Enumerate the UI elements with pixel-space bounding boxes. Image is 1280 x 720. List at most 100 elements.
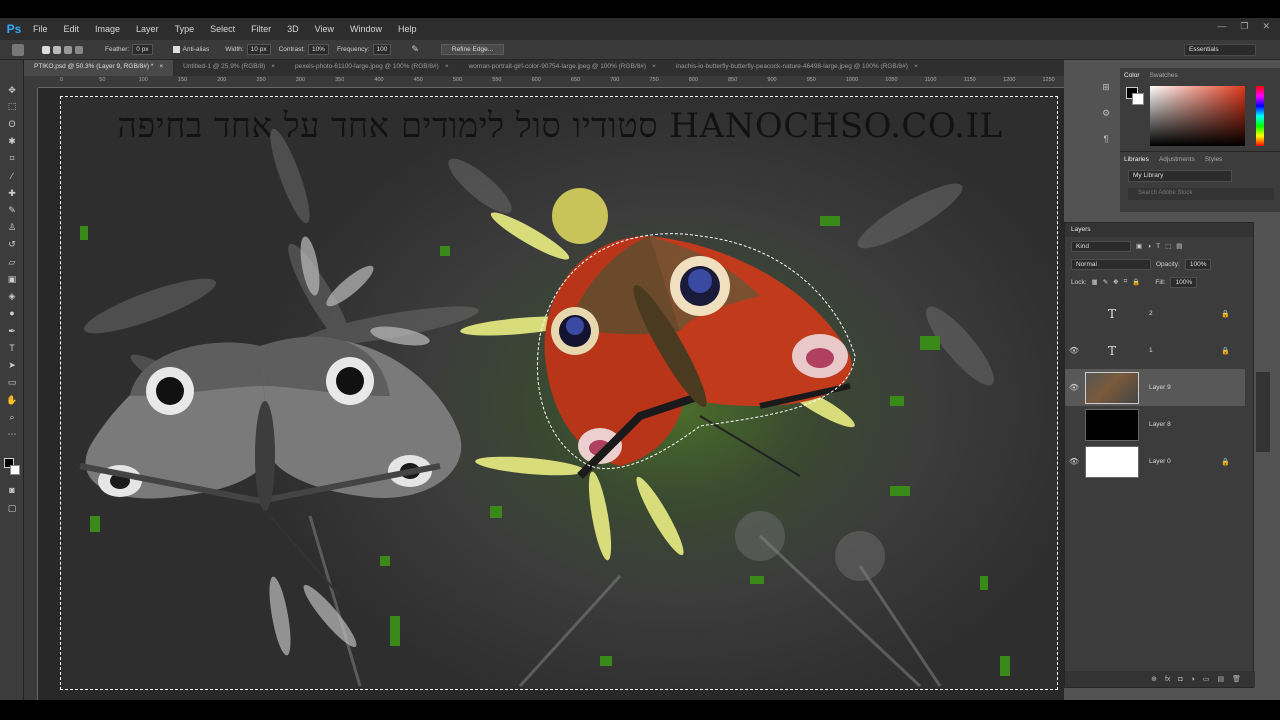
paragraph-panel-icon[interactable]: ¶ [1100, 134, 1112, 146]
hand-tool-icon[interactable]: ✋ [5, 394, 19, 406]
eyedropper-tool-icon[interactable]: ⁄ [5, 170, 19, 182]
menu-help[interactable]: Help [390, 24, 425, 34]
tab-libraries[interactable]: Libraries [1124, 156, 1149, 163]
frequency-input[interactable]: 100 [372, 44, 392, 55]
opacity-input[interactable]: 100% [1184, 258, 1212, 270]
filter-type-icon[interactable]: T [1156, 243, 1160, 250]
close-icon[interactable]: × [914, 63, 918, 70]
layer-row-1[interactable]: 👁 T 1 🔒 [1065, 332, 1245, 369]
screen-mode-icon[interactable]: ▢ [5, 502, 19, 514]
tab-woman-portrait[interactable]: woman-portrait-girl-color-90754-large.jp… [459, 60, 666, 76]
new-layer-icon[interactable]: ▤ [1217, 675, 1224, 683]
tab-color[interactable]: Color [1124, 72, 1140, 79]
hue-slider[interactable] [1256, 86, 1264, 146]
pen-tool-icon[interactable]: ✒ [5, 325, 19, 337]
tablet-pressure-icon[interactable]: ✎ [411, 44, 419, 55]
adjustment-layer-icon[interactable]: ◑ [1191, 676, 1195, 683]
tab-untitled-1[interactable]: Untitled-1 @ 25.9% (RGB/8) × [173, 60, 285, 76]
stock-search-input[interactable]: Search Adobe Stock [1128, 188, 1274, 200]
layer-row-layer-8[interactable]: Layer 8 [1065, 406, 1245, 443]
delete-layer-icon[interactable]: 🗑 [1232, 675, 1241, 683]
layer-filter-select[interactable]: Kind [1071, 240, 1131, 252]
history-brush-tool-icon[interactable]: ↺ [5, 238, 19, 250]
shape-tool-icon[interactable]: ▭ [5, 376, 19, 388]
menu-file[interactable]: File [25, 24, 56, 34]
eraser-tool-icon[interactable]: ▱ [5, 256, 19, 268]
library-select[interactable]: My Library [1128, 170, 1232, 182]
background-color-swatch[interactable] [1132, 93, 1144, 105]
contrast-input[interactable]: 10% [307, 44, 329, 55]
minimize-button[interactable]: — [1217, 21, 1226, 32]
visibility-icon[interactable]: 👁 [1065, 383, 1083, 392]
dodge-tool-icon[interactable]: ● [5, 307, 19, 319]
lasso-tool-icon[interactable]: ʘ [5, 118, 19, 130]
fill-input[interactable]: 100% [1170, 276, 1198, 288]
canvas-text-layer[interactable]: סטודיו סול לימודים אחד על אחד בחיפה HANO… [80, 106, 1040, 146]
close-icon[interactable]: × [271, 63, 275, 70]
layer-row-layer-0[interactable]: 👁 Layer 0 🔒 [1065, 443, 1245, 480]
crop-tool-icon[interactable]: ⌗ [5, 152, 19, 164]
marquee-tool-icon[interactable]: ⬚ [5, 100, 19, 112]
layer-row-2[interactable]: T 2 🔒 [1065, 295, 1245, 332]
antialias-checkbox[interactable] [172, 46, 180, 53]
layer-row-layer-9[interactable]: 👁 Layer 9 [1065, 369, 1245, 406]
link-layers-icon[interactable]: ⊕ [1151, 675, 1157, 683]
zoom-tool-icon[interactable]: ⌕ [5, 411, 19, 423]
type-tool-icon[interactable]: T [5, 342, 19, 354]
path-selection-tool-icon[interactable]: ➤ [5, 359, 19, 371]
maximize-button[interactable]: ❐ [1240, 21, 1248, 32]
lock-all-icon[interactable]: 🔒 [1132, 278, 1140, 286]
close-icon[interactable]: × [445, 63, 449, 70]
filter-smart-object-icon[interactable]: ▤ [1176, 242, 1182, 250]
menu-edit[interactable]: Edit [56, 24, 88, 34]
visibility-icon[interactable]: 👁 [1065, 457, 1083, 466]
lock-paint-icon[interactable]: ✎ [1103, 278, 1108, 286]
gradient-tool-icon[interactable]: ▣ [5, 273, 19, 285]
blend-mode-select[interactable]: Normal [1071, 258, 1151, 270]
menu-window[interactable]: Window [342, 24, 390, 34]
background-color-swatch[interactable] [10, 465, 20, 475]
move-tool-icon[interactable]: ✥ [5, 84, 19, 96]
visibility-icon[interactable]: 👁 [1065, 346, 1083, 355]
tab-butterfly[interactable]: inachis-io-butterfly-butterfly-peacock-n… [666, 60, 928, 76]
layer-style-icon[interactable]: fx [1165, 676, 1170, 683]
refine-edge-button[interactable]: Refine Edge... [440, 44, 505, 55]
feather-input[interactable]: 0 px [132, 44, 153, 55]
properties-panel-icon[interactable]: ⚙ [1100, 108, 1112, 120]
menu-select[interactable]: Select [202, 24, 243, 34]
clone-stamp-tool-icon[interactable]: ♙ [5, 221, 19, 233]
filter-pixel-icon[interactable]: ▣ [1136, 242, 1142, 250]
brush-tool-icon[interactable]: ✎ [5, 204, 19, 216]
quick-select-tool-icon[interactable]: ✱ [5, 135, 19, 147]
close-icon[interactable]: × [652, 63, 656, 70]
color-picker-field[interactable] [1150, 86, 1245, 146]
close-icon[interactable]: × [159, 63, 163, 70]
filter-shape-icon[interactable]: ⬚ [1165, 242, 1171, 250]
add-mask-icon[interactable]: ◘ [1178, 676, 1182, 683]
menu-3d[interactable]: 3D [279, 24, 307, 34]
menu-layer[interactable]: Layer [128, 24, 167, 34]
width-input[interactable]: 10 px [246, 44, 271, 55]
document-canvas[interactable]: סטודיו סול לימודים אחד על אחד בחיפה HANO… [60, 96, 1058, 690]
tab-adjustments[interactable]: Adjustments [1159, 156, 1195, 163]
close-button[interactable]: ✕ [1262, 21, 1270, 32]
tab-styles[interactable]: Styles [1205, 156, 1223, 163]
selection-mode-icons[interactable] [42, 45, 83, 54]
healing-brush-tool-icon[interactable]: ✚ [5, 187, 19, 199]
canvas-area[interactable]: סטודיו סול לימודים אחד על אחד בחיפה HANO… [38, 88, 1064, 700]
tab-swatches[interactable]: Swatches [1150, 72, 1178, 79]
menu-view[interactable]: View [307, 24, 342, 34]
lock-artboard-icon[interactable]: ⌗ [1124, 278, 1128, 286]
more-tools-icon[interactable]: ⋯ [5, 428, 19, 440]
blur-tool-icon[interactable]: ◈ [5, 290, 19, 302]
panel-scrollbar[interactable] [1256, 372, 1270, 452]
workspace-select[interactable]: Essentials [1184, 44, 1256, 56]
lock-position-icon[interactable]: ✥ [1113, 278, 1118, 286]
tab-ptiko[interactable]: PTIKO.psd @ 50.3% (Layer 9, RGB/8#) * × [24, 60, 174, 76]
menu-type[interactable]: Type [167, 24, 203, 34]
filter-adjustment-icon[interactable]: ◑ [1147, 243, 1151, 250]
new-group-icon[interactable]: ▭ [1203, 675, 1210, 683]
menu-image[interactable]: Image [87, 24, 128, 34]
menu-filter[interactable]: Filter [243, 24, 279, 34]
quick-mask-icon[interactable]: ◙ [5, 484, 19, 496]
